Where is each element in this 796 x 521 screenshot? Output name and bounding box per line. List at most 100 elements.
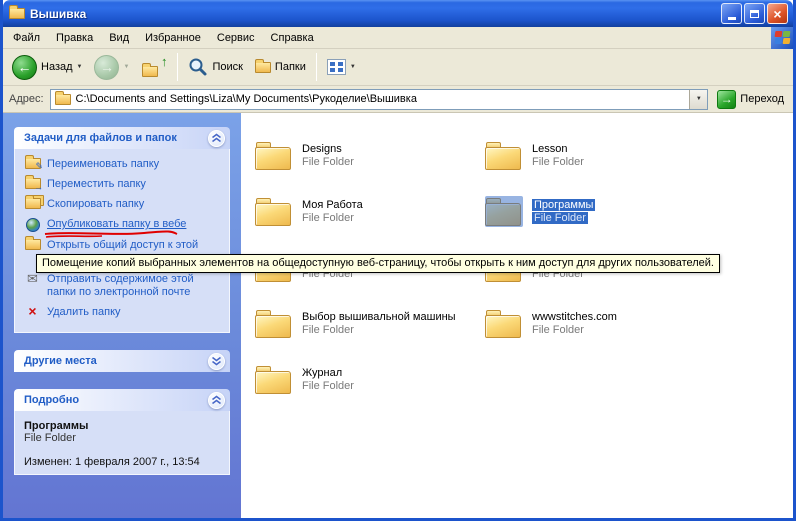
chevron-up-icon [211, 133, 222, 143]
views-button[interactable]: ▼ [322, 56, 361, 78]
task-delete-folder[interactable]: × Удалить папку [24, 306, 225, 319]
go-label: Переход [740, 93, 784, 105]
menu-favorites[interactable]: Избранное [137, 29, 209, 47]
folder-item-zhurnal[interactable]: ЖурналFile Folder [255, 351, 470, 407]
menu-tools[interactable]: Сервис [209, 29, 263, 47]
menu-file[interactable]: Файл [5, 29, 48, 47]
folder-item-vybor-mashiny[interactable]: Выбор вышивальной машиныFile Folder [255, 295, 470, 351]
address-input[interactable]: C:\Documents and Settings\Liza\My Docume… [50, 89, 709, 110]
minimize-icon [728, 17, 736, 20]
address-label: Адрес: [9, 93, 44, 105]
tasks-panel: Задачи для файлов и папок ✎ Переименоват… [14, 127, 230, 333]
red-underline-annotation [44, 230, 178, 238]
toolbar-separator [316, 53, 317, 81]
details-modified-date: Изменен: 1 февраля 2007 г., 13:54 [24, 456, 225, 468]
folder-item-programmy-selected[interactable]: ПрограммыFile Folder [485, 183, 700, 239]
toolbar: ← Назад ▼ → ▼ ↑ Поиск Папки [3, 49, 793, 86]
menu-edit[interactable]: Правка [48, 29, 101, 47]
forward-icon: → [94, 55, 119, 80]
file-list: DesignsFile Folder LessonFile Folder Моя… [241, 113, 793, 518]
folders-button[interactable]: Папки [250, 58, 311, 76]
maximize-icon [750, 10, 759, 18]
views-icon [327, 59, 346, 75]
search-button[interactable]: Поиск [183, 54, 247, 80]
task-publish-folder-web[interactable]: Опубликовать папку в вебе [24, 218, 225, 232]
rename-folder-icon: ✎ [24, 158, 41, 169]
copy-folder-icon [24, 198, 41, 209]
folder-icon [255, 308, 293, 339]
forward-button[interactable]: → ▼ [89, 52, 134, 83]
window-title: Вышивка [30, 7, 716, 21]
task-move-folder[interactable]: → Переместить папку [24, 178, 225, 191]
go-icon: → [717, 90, 736, 109]
folders-icon [255, 62, 271, 73]
folders-label: Папки [275, 61, 306, 73]
task-email-folder[interactable]: ✉ Отправить содержимое этой папки по эле… [24, 273, 225, 299]
address-folder-icon [55, 94, 71, 105]
folder-item-moya-rabota[interactable]: Моя РаботаFile Folder [255, 183, 470, 239]
address-bar: Адрес: C:\Documents and Settings\Liza\My… [3, 86, 793, 113]
window-body: Задачи для файлов и папок ✎ Переименоват… [3, 113, 793, 518]
explorer-window: Вышивка × Файл Правка Вид Избранное Серв… [0, 0, 796, 521]
maximize-button[interactable] [744, 3, 765, 24]
details-panel-body: Программы File Folder Изменен: 1 февраля… [14, 411, 230, 475]
folder-icon [485, 196, 523, 227]
details-folder-name: Программы [24, 420, 225, 432]
window-folder-icon [9, 8, 25, 19]
publish-web-icon [24, 218, 41, 232]
email-icon: ✉ [24, 273, 41, 284]
folder-item-designs[interactable]: DesignsFile Folder [255, 127, 470, 183]
task-rename-folder[interactable]: ✎ Переименовать папку [24, 158, 225, 171]
other-places-header[interactable]: Другие места [14, 350, 230, 372]
expand-chevron-button[interactable] [208, 353, 225, 370]
close-icon: × [773, 7, 781, 21]
folder-icon [255, 140, 293, 171]
toolbar-separator [177, 53, 178, 81]
tasks-panel-title: Задачи для файлов и папок [24, 132, 177, 144]
collapse-chevron-button[interactable] [208, 130, 225, 147]
folder-item-wwwstitches[interactable]: wwwstitches.comFile Folder [485, 295, 700, 351]
tooltip: Помещение копий выбранных элементов на о… [36, 254, 720, 273]
folder-icon [485, 308, 523, 339]
collapse-chevron-button[interactable] [208, 392, 225, 409]
menu-help[interactable]: Справка [263, 29, 322, 47]
back-label: Назад [41, 61, 73, 73]
share-folder-icon [24, 239, 41, 250]
address-path: C:\Documents and Settings\Liza\My Docume… [76, 93, 685, 105]
up-button[interactable]: ↑ [136, 52, 172, 82]
search-label: Поиск [212, 61, 242, 73]
tasks-panel-header[interactable]: Задачи для файлов и папок [14, 127, 230, 149]
tasks-panel-body: ✎ Переименовать папку → Переместить папк… [14, 149, 230, 333]
task-pane-sidebar: Задачи для файлов и папок ✎ Переименоват… [3, 113, 241, 518]
folder-icon [255, 196, 293, 227]
other-places-title: Другие места [24, 355, 97, 367]
move-folder-icon: → [24, 178, 41, 189]
folder-icon [255, 364, 293, 395]
delete-icon: × [24, 306, 41, 317]
folder-icon [485, 140, 523, 171]
address-dropdown-icon: ▼ [696, 96, 702, 102]
forward-dropdown-icon: ▼ [123, 64, 129, 70]
folder-item-lesson[interactable]: LessonFile Folder [485, 127, 700, 183]
other-places-panel: Другие места [14, 350, 230, 372]
menu-view[interactable]: Вид [101, 29, 137, 47]
address-dropdown-button[interactable]: ▼ [689, 90, 707, 109]
details-panel: Подробно Программы File Folder Изменен: … [14, 389, 230, 475]
minimize-button[interactable] [721, 3, 742, 24]
window-controls: × [721, 3, 788, 24]
back-icon: ← [12, 55, 37, 80]
windows-logo-icon [771, 27, 793, 49]
views-dropdown-icon[interactable]: ▼ [350, 64, 356, 70]
details-folder-type: File Folder [24, 432, 225, 444]
back-dropdown-icon[interactable]: ▼ [77, 64, 83, 70]
go-button[interactable]: → Переход [714, 88, 787, 111]
title-bar[interactable]: Вышивка × [3, 0, 793, 27]
close-button[interactable]: × [767, 3, 788, 24]
task-copy-folder[interactable]: Скопировать папку [24, 198, 225, 211]
chevron-down-icon [211, 356, 222, 366]
details-panel-header[interactable]: Подробно [14, 389, 230, 411]
back-button[interactable]: ← Назад ▼ [7, 52, 87, 83]
details-panel-title: Подробно [24, 394, 79, 406]
search-icon [188, 57, 208, 77]
menu-bar: Файл Правка Вид Избранное Сервис Справка [3, 27, 793, 49]
